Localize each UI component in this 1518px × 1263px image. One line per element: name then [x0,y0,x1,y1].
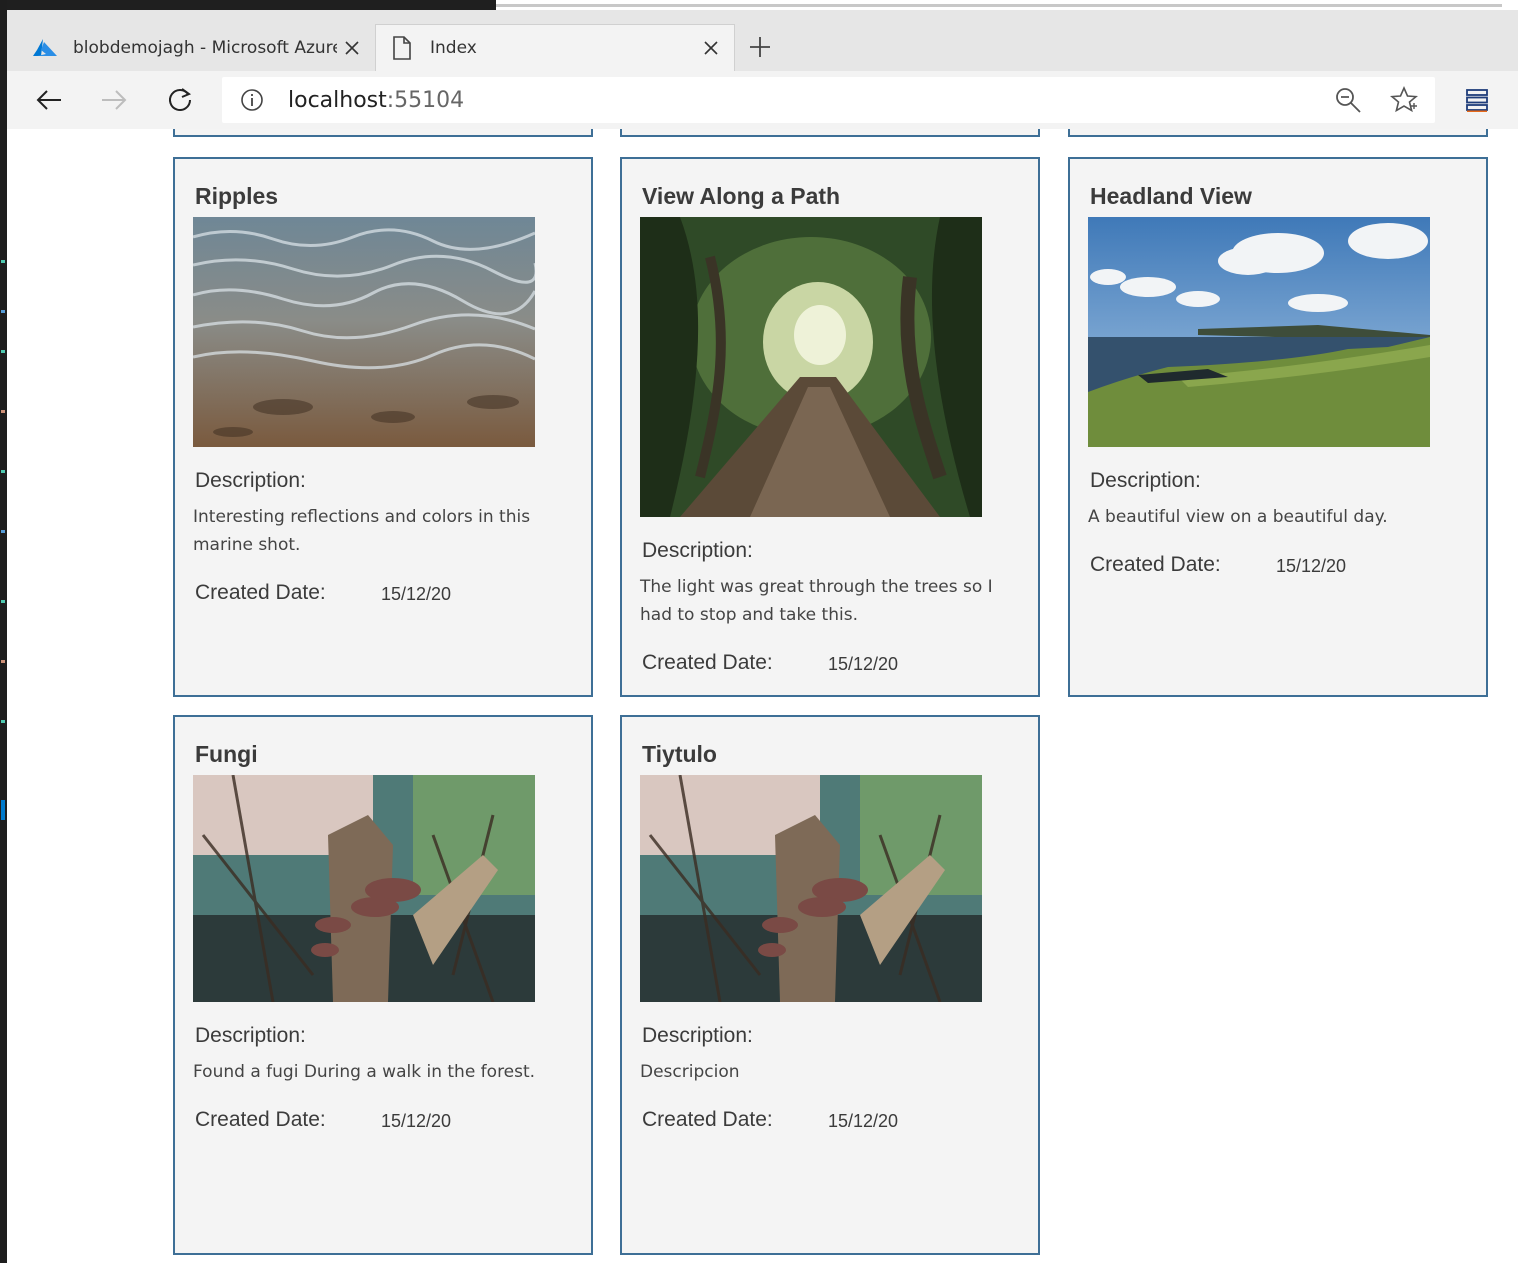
navigation-bar: localhost:55104 [7,71,1518,129]
description-label: Description: [195,469,306,492]
close-tab-icon[interactable] [337,33,367,63]
description-label: Description: [642,1024,753,1047]
tab-index[interactable]: Index [375,24,735,71]
created-date-label: Created Date: [1090,553,1221,576]
created-date-label: Created Date: [195,581,326,604]
address-bar[interactable]: localhost:55104 [222,77,1435,123]
card-title: Fungi [195,741,258,767]
azure-logo-icon [33,36,57,60]
card-previous-row [1068,129,1488,137]
close-tab-icon[interactable] [696,33,726,63]
description-text: Interesting reflections and colors in th… [193,507,531,555]
created-date-value: 15/12/20 [381,584,452,604]
favorite-star-icon[interactable] [1390,86,1418,114]
zoom-magnifier-icon[interactable] [1334,86,1362,114]
site-info-icon[interactable] [240,88,264,112]
created-date-label: Created Date: [642,651,773,674]
coastal-headland-photo [1088,217,1430,447]
forward-arrow-icon[interactable] [94,81,134,119]
page-icon [390,36,414,60]
description-label: Description: [1090,469,1201,492]
description-text: A beautiful view on a beautiful day. [1088,507,1388,527]
description-text: Descripcion [640,1062,740,1082]
created-date-value: 15/12/20 [828,654,899,674]
page-content: Ripples Description: Interesting reflect… [7,129,1518,1263]
hub-collections-icon[interactable] [1465,88,1489,112]
tab-title: blobdemojagh - Microsoft Azure [73,37,337,58]
fungi-on-stump-photo [640,775,982,1002]
description-label: Description: [195,1024,306,1047]
refresh-icon[interactable] [160,81,200,119]
background-window-edge [0,0,1518,10]
card-title: View Along a Path [642,183,841,209]
photo-card: Headland View Description: A beautiful v… [1068,157,1488,697]
photo-card: Fungi Description: Found a fugi During a… [173,715,593,1255]
created-date-value: 15/12/20 [381,1111,452,1131]
card-previous-row [173,129,593,137]
back-arrow-icon[interactable] [29,81,69,119]
description-label: Description: [642,539,753,562]
tab-title: Index [430,38,477,58]
created-date-label: Created Date: [642,1108,773,1131]
background-app-edge [0,0,7,1263]
forest-path-photo [640,217,982,517]
tab-bar: blobdemojagh - Microsoft Azure Index [7,10,1518,71]
photo-card: Ripples Description: Interesting reflect… [173,157,593,697]
card-title: Ripples [195,183,279,209]
new-tab-plus-icon[interactable] [745,32,775,62]
photo-card: View Along a Path Description: The light… [620,157,1040,697]
description-text: Found a fugi During a walk in the forest… [193,1062,536,1082]
tab-azure[interactable]: blobdemojagh - Microsoft Azure [19,24,375,71]
created-date-value: 15/12/20 [828,1111,899,1131]
card-title: Headland View [1090,183,1252,209]
url-text: localhost:55104 [288,88,465,113]
water-ripples-photo [193,217,535,447]
created-date-value: 15/12/20 [1276,556,1347,576]
created-date-label: Created Date: [195,1108,326,1131]
photo-card: Tiytulo Description: Descripcion Created… [620,715,1040,1255]
card-previous-row [620,129,1040,137]
card-title: Tiytulo [642,741,717,767]
description-text: The light was great through the trees so… [640,577,993,625]
fungi-on-stump-photo [193,775,535,1002]
